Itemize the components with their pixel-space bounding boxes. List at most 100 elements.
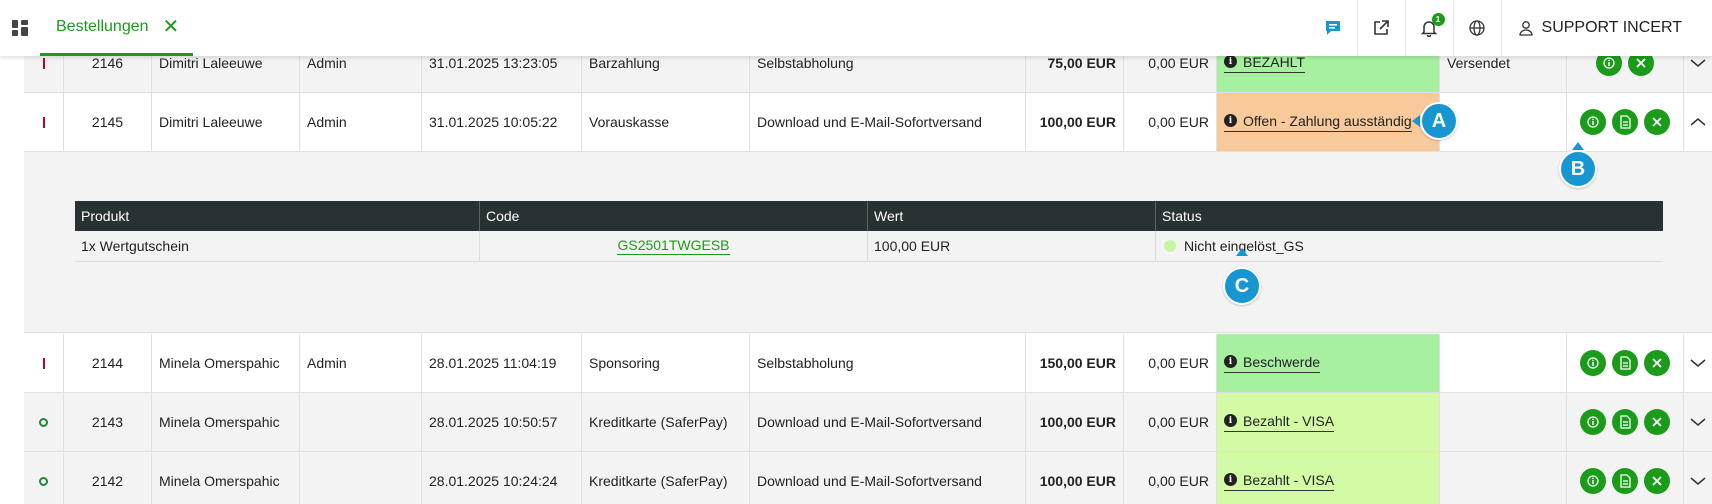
info-icon	[1587, 475, 1599, 487]
row-actions	[1567, 452, 1684, 504]
status-link[interactable]: i Beschwerde	[1224, 353, 1321, 373]
order-amount: 150,00 EUR	[1026, 334, 1124, 392]
status-link[interactable]: i BEZAHLT	[1224, 54, 1305, 73]
info-button[interactable]	[1580, 350, 1606, 376]
notification-badge: 1	[1431, 13, 1445, 26]
delivery-status	[1440, 393, 1567, 451]
status-marker	[39, 476, 48, 486]
user-name: SUPPORT INCERT	[1541, 19, 1682, 36]
table-row[interactable]: 2142 Minela Omerspahic 28.01.2025 10:24:…	[24, 452, 1712, 504]
callout-b-pointer	[1572, 142, 1584, 150]
notifications-button[interactable]: 1	[1404, 0, 1453, 56]
collapse-toggle[interactable]	[1684, 93, 1712, 151]
status-link[interactable]: i Bezahlt - VISA	[1224, 412, 1335, 432]
chevron-up-icon	[1690, 118, 1706, 126]
chat-button[interactable]	[1309, 0, 1357, 56]
info-icon: i	[1224, 414, 1237, 427]
cancel-button[interactable]	[1644, 409, 1670, 435]
order-id: 2143	[64, 393, 152, 451]
status-marker	[42, 57, 45, 69]
payment-method: Vorauskasse	[582, 93, 750, 151]
order-id: 2144	[64, 334, 152, 392]
status-text: Beschwerde	[1243, 353, 1321, 370]
delivery-status	[1440, 93, 1567, 151]
column-header-code: Code	[480, 201, 868, 231]
close-icon	[1652, 117, 1662, 127]
status-text: Bezahlt - VISA	[1243, 412, 1335, 429]
status-link[interactable]: i Bezahlt - VISA	[1224, 471, 1335, 491]
shipping-method: Download und E-Mail-Sofortversand	[750, 452, 1026, 504]
cancel-button[interactable]	[1644, 350, 1670, 376]
callout-c: C	[1223, 267, 1261, 305]
callout-a-pointer	[1412, 115, 1420, 127]
globe-icon	[1469, 20, 1485, 36]
callout-c-pointer	[1236, 248, 1248, 256]
chevron-down-icon	[1690, 359, 1706, 367]
order-role	[300, 393, 422, 451]
expand-toggle[interactable]	[1684, 334, 1712, 392]
status-dot-icon	[1164, 240, 1176, 252]
document-button[interactable]	[1612, 409, 1638, 435]
voucher-code-link[interactable]: GS2501TWGESB	[617, 237, 730, 255]
table-row[interactable]: 2144 Minela Omerspahic Admin 28.01.2025 …	[24, 334, 1712, 393]
status-text: Bezahlt - VISA	[1243, 471, 1335, 488]
order-fee: 0,00 EUR	[1124, 452, 1217, 504]
document-button[interactable]	[1612, 109, 1638, 135]
expand-toggle[interactable]	[1684, 452, 1712, 504]
table-row[interactable]: 2143 Minela Omerspahic 28.01.2025 10:50:…	[24, 393, 1712, 452]
order-fee: 0,00 EUR	[1124, 334, 1217, 392]
status-marker	[39, 417, 48, 427]
user-menu[interactable]: SUPPORT INCERT	[1500, 0, 1712, 56]
tab-label: Bestellungen	[56, 17, 149, 35]
info-icon	[1587, 357, 1599, 369]
row-actions	[1567, 393, 1684, 451]
payment-method: Kreditkarte (SaferPay)	[582, 393, 750, 451]
status-marker	[42, 357, 45, 369]
customer-name: Minela Omerspahic	[152, 334, 300, 392]
cancel-button[interactable]	[1644, 109, 1670, 135]
delivery-status	[1440, 452, 1567, 504]
shipping-method: Selbstabholung	[750, 334, 1026, 392]
chevron-down-icon	[1690, 59, 1706, 67]
document-button[interactable]	[1612, 350, 1638, 376]
table-row[interactable]: 2145 Dimitri Laleeuwe Admin 31.01.2025 1…	[24, 93, 1712, 152]
voucher-product: 1x Wertgutschein	[75, 231, 480, 261]
row-actions	[1567, 93, 1684, 151]
info-icon	[1587, 416, 1599, 428]
order-role: Admin	[300, 93, 422, 151]
status-link[interactable]: i Offen - Zahlung ausständig	[1224, 113, 1412, 132]
apps-menu-button[interactable]	[0, 0, 40, 56]
info-icon: i	[1224, 355, 1237, 368]
language-button[interactable]	[1452, 0, 1501, 56]
row-actions	[1567, 334, 1684, 392]
apps-grid-icon	[12, 20, 28, 36]
payment-method: Kreditkarte (SaferPay)	[582, 452, 750, 504]
info-icon	[1603, 57, 1615, 69]
delivery-status	[1440, 334, 1567, 392]
customer-name: Minela Omerspahic	[152, 452, 300, 504]
info-icon	[1587, 116, 1599, 128]
column-header-product: Produkt	[75, 201, 480, 231]
info-button[interactable]	[1580, 109, 1606, 135]
top-bar: Bestellungen ✕ 1 SUPPORT INCERT	[0, 0, 1712, 56]
order-amount: 100,00 EUR	[1026, 93, 1124, 151]
external-link-button[interactable]	[1356, 0, 1405, 56]
document-button[interactable]	[1612, 468, 1638, 494]
callout-a: A	[1420, 102, 1458, 140]
order-id: 2142	[64, 452, 152, 504]
voucher-table: Produkt Code Wert Status 1x Wertgutschei…	[75, 201, 1663, 262]
order-amount: 100,00 EUR	[1026, 452, 1124, 504]
cancel-button[interactable]	[1644, 468, 1670, 494]
tab-bestellungen[interactable]: Bestellungen ✕	[40, 0, 194, 56]
order-role	[300, 452, 422, 504]
external-link-icon	[1374, 20, 1389, 35]
info-icon: i	[1224, 55, 1237, 68]
close-icon[interactable]: ✕	[163, 17, 180, 37]
info-icon: i	[1224, 114, 1237, 127]
info-button[interactable]	[1580, 409, 1606, 435]
info-button[interactable]	[1580, 468, 1606, 494]
status-cell: i Beschwerde	[1217, 334, 1440, 392]
voucher-value: 100,00 EUR	[868, 231, 1156, 261]
expand-toggle[interactable]	[1684, 393, 1712, 451]
order-fee: 0,00 EUR	[1124, 93, 1217, 151]
